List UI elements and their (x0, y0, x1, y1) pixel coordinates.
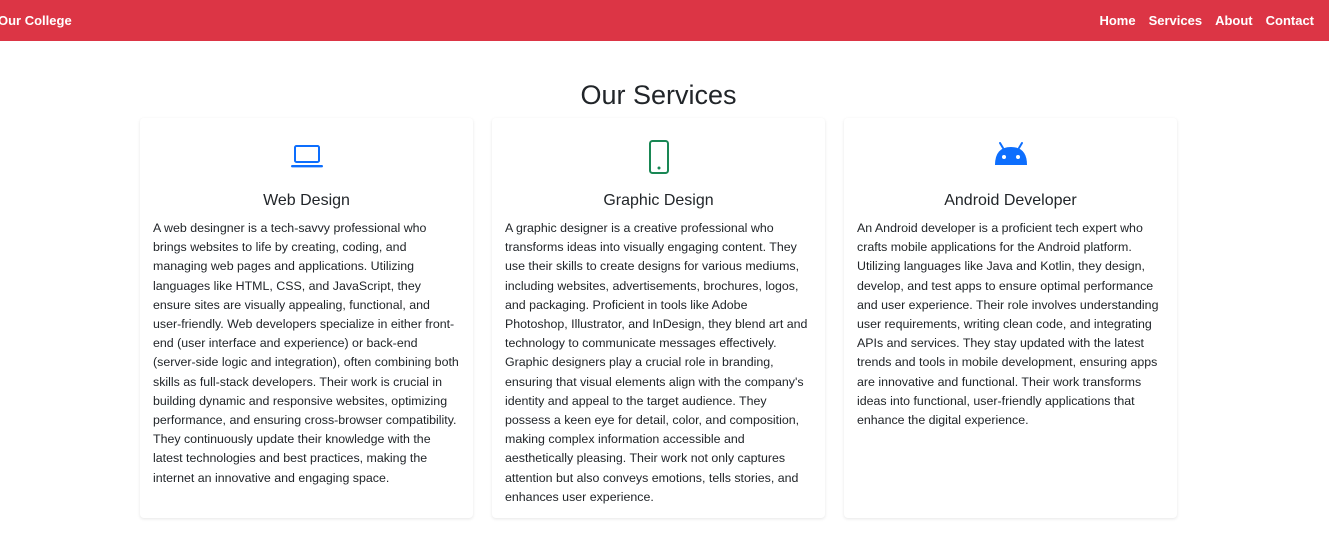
card-text: A graphic designer is a creative profess… (505, 221, 808, 504)
service-card-graphic-design: Graphic Design A graphic designer is a c… (492, 118, 825, 518)
service-card-android-developer: Android Developer An Android developer i… (844, 118, 1177, 518)
service-card-web-design: Web Design A web desingner is a tech-sav… (140, 118, 473, 518)
card-text: An Android developer is a proficient tec… (857, 221, 1159, 428)
card-title: Graphic Design (603, 192, 714, 209)
brand-link[interactable]: Our College (0, 13, 72, 28)
card-text: A web desingner is a tech-savvy professi… (153, 221, 459, 485)
nav-links: Home Services About Contact (1086, 13, 1314, 28)
nav-link-home[interactable]: Home (1099, 13, 1135, 28)
nav-link-contact[interactable]: Contact (1266, 13, 1314, 28)
navbar: Our College Home Services About Contact (0, 0, 1329, 41)
nav-link-about[interactable]: About (1215, 13, 1253, 28)
services-cards: Web Design A web desingner is a tech-sav… (140, 118, 1177, 518)
nav-link-services[interactable]: Services (1149, 13, 1203, 28)
page-title: Our Services (580, 80, 737, 110)
android-icon (994, 142, 1027, 165)
phone-icon (648, 140, 669, 174)
card-title: Android Developer (944, 192, 1077, 209)
card-title: Web Design (263, 192, 350, 209)
laptop-icon (290, 145, 323, 168)
